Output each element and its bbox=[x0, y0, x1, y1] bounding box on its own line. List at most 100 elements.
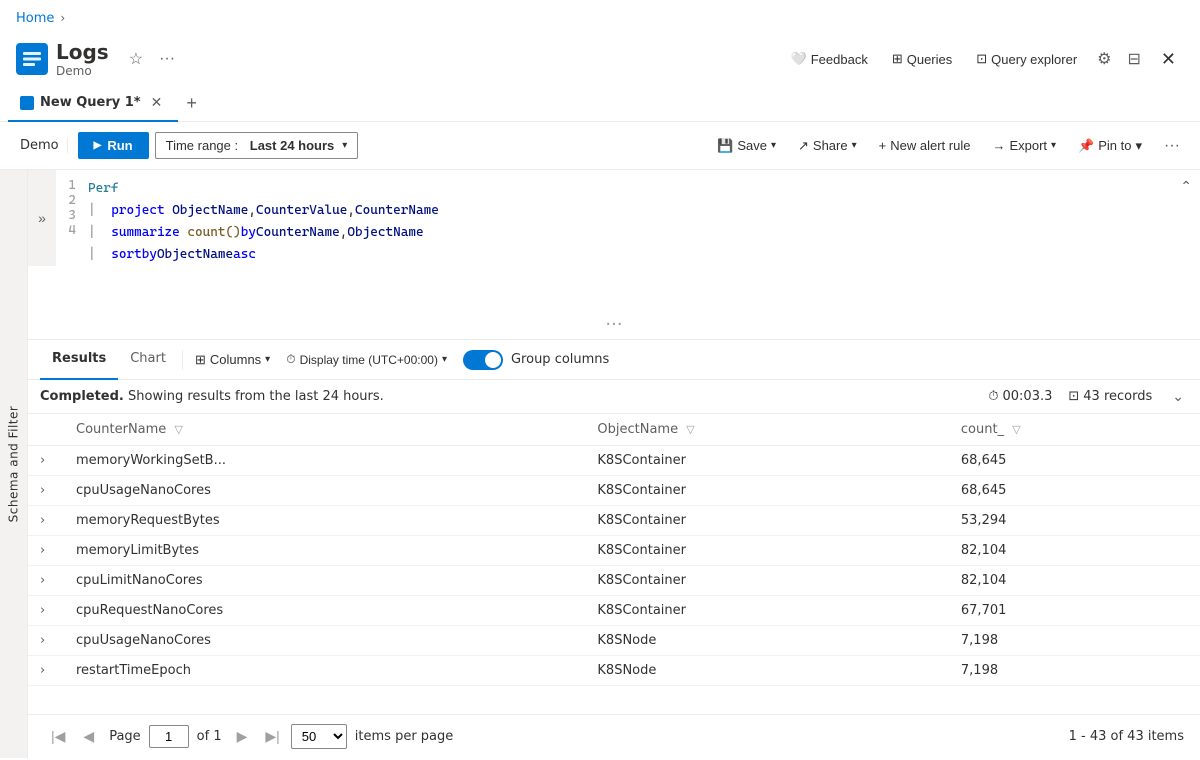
pin-button[interactable]: 📌 Pin to ▾ bbox=[1070, 133, 1150, 159]
table-row: › memoryRequestBytes K8SContainer 53,294 bbox=[28, 506, 1200, 536]
favorite-button[interactable]: ☆ bbox=[125, 45, 147, 73]
close-button[interactable]: ✕ bbox=[1153, 45, 1184, 74]
settings-button[interactable]: ⚙ bbox=[1093, 45, 1115, 73]
editor-resize-handle[interactable]: ··· bbox=[605, 314, 622, 335]
save-chevron-icon: ▾ bbox=[771, 140, 776, 151]
tab-label: New Query 1* bbox=[40, 95, 141, 110]
query-explorer-button[interactable]: ⊡ Query explorer bbox=[968, 46, 1085, 72]
row-expand-cell: › bbox=[28, 566, 64, 596]
display-time-button[interactable]: ⏱ Display time (UTC+00:00) ▾ bbox=[278, 347, 455, 372]
row-expand-cell: › bbox=[28, 626, 64, 656]
app-icon bbox=[16, 43, 48, 75]
items-count: 1 - 43 of 43 items bbox=[1069, 729, 1184, 744]
share-button[interactable]: ↗ Share ▾ bbox=[790, 133, 865, 159]
records-count: 43 records bbox=[1083, 389, 1152, 404]
code-lines[interactable]: Perf | project ObjectName, CounterValue … bbox=[88, 170, 455, 266]
page-first-button[interactable]: |◀ bbox=[44, 723, 72, 750]
pagination: |◀ ◀ Page of 1 ▶ ▶| 50 100 200 items per… bbox=[28, 714, 1200, 758]
items-per-page-label: items per page bbox=[355, 729, 453, 744]
more-toolbar-button[interactable]: ··· bbox=[1156, 133, 1188, 159]
cell-count: 68,645 bbox=[949, 476, 1200, 506]
expand-row-icon[interactable]: › bbox=[40, 663, 45, 678]
cell-counter: cpuRequestNanoCores bbox=[64, 596, 585, 626]
row-expand-cell: › bbox=[28, 476, 64, 506]
expand-results-button[interactable]: ⌄ bbox=[1168, 386, 1188, 407]
header-actions: ☆ ··· bbox=[125, 45, 179, 73]
app-title-group: Logs Demo bbox=[56, 40, 109, 78]
status-meta: ⏱ 00:03.3 ⊡ 43 records ⌄ bbox=[988, 386, 1188, 407]
new-alert-button[interactable]: + New alert rule bbox=[871, 133, 979, 158]
breadcrumb: Home › bbox=[0, 0, 1200, 36]
more-options-button[interactable]: ··· bbox=[155, 46, 179, 72]
tab-add-button[interactable]: + bbox=[178, 89, 205, 118]
cell-count: 82,104 bbox=[949, 566, 1200, 596]
cell-counter: cpuLimitNanoCores bbox=[64, 566, 585, 596]
feedback-button[interactable]: 🤍 Feedback bbox=[783, 46, 876, 72]
table-row: › memoryLimitBytes K8SContainer 82,104 bbox=[28, 536, 1200, 566]
tab-results[interactable]: Results bbox=[40, 340, 118, 380]
code-editor: ⌃ » 1 2 3 4 Perf | project bbox=[28, 170, 1200, 340]
expand-row-icon[interactable]: › bbox=[40, 513, 45, 528]
object-filter-icon[interactable]: ▽ bbox=[686, 423, 694, 436]
group-columns-toggle-group: Group columns bbox=[463, 350, 609, 370]
time-chevron-icon: ▾ bbox=[442, 354, 447, 365]
page-prev-button[interactable]: ◀ bbox=[76, 723, 101, 750]
tab-new-query-1[interactable]: New Query 1* ✕ bbox=[8, 86, 178, 122]
app-header: Logs Demo ☆ ··· 🤍 Feedback ⊞ Queries ⊡ Q… bbox=[0, 36, 1200, 86]
per-page-select[interactable]: 50 100 200 bbox=[291, 724, 347, 749]
collapse-editor-button[interactable]: ⌃ bbox=[1180, 178, 1192, 195]
expand-row-icon[interactable]: › bbox=[40, 573, 45, 588]
duration-value: 00:03.3 bbox=[1003, 389, 1053, 404]
col-count: count_ ▽ bbox=[949, 414, 1200, 446]
tab-close-button[interactable]: ✕ bbox=[147, 92, 167, 113]
results-area: Results Chart ⊞ Columns ▾ ⏱ Display time… bbox=[28, 340, 1200, 758]
pin-chevron-icon: ▾ bbox=[1135, 138, 1142, 154]
heart-icon: 🤍 bbox=[791, 51, 807, 67]
page-label: Page bbox=[109, 729, 140, 744]
queries-button[interactable]: ⊞ Queries bbox=[884, 46, 960, 72]
export-button[interactable]: → Export ▾ bbox=[984, 133, 1064, 158]
expand-row-icon[interactable]: › bbox=[40, 483, 45, 498]
table-header: CounterName ▽ ObjectName ▽ count_ ▽ bbox=[28, 414, 1200, 446]
collapse-gutter-button[interactable]: » bbox=[38, 210, 46, 226]
cell-count: 53,294 bbox=[949, 506, 1200, 536]
expand-row-icon[interactable]: › bbox=[40, 633, 45, 648]
cell-count: 82,104 bbox=[949, 536, 1200, 566]
tab-chart[interactable]: Chart bbox=[118, 340, 178, 380]
home-link[interactable]: Home bbox=[16, 11, 54, 26]
pin-icon: 📌 bbox=[1078, 138, 1094, 154]
table-row: › cpuUsageNanoCores K8SContainer 68,645 bbox=[28, 476, 1200, 506]
page-next-button[interactable]: ▶ bbox=[230, 723, 255, 750]
expand-row-icon[interactable]: › bbox=[40, 453, 45, 468]
group-columns-toggle[interactable] bbox=[463, 350, 503, 370]
count-filter-icon[interactable]: ▽ bbox=[1012, 423, 1020, 436]
time-range-button[interactable]: Time range : Last 24 hours ▾ bbox=[155, 132, 359, 159]
expand-row-icon[interactable]: › bbox=[40, 603, 45, 618]
row-expand-cell: › bbox=[28, 596, 64, 626]
cell-counter: memoryLimitBytes bbox=[64, 536, 585, 566]
counter-filter-icon[interactable]: ▽ bbox=[174, 423, 182, 436]
schema-sidebar[interactable]: Schema and Filter bbox=[0, 170, 28, 758]
cell-object: K8SNode bbox=[585, 626, 948, 656]
page-last-button[interactable]: ▶| bbox=[258, 723, 286, 750]
workspace-label: Demo bbox=[12, 138, 68, 153]
data-table: CounterName ▽ ObjectName ▽ count_ ▽ bbox=[28, 414, 1200, 686]
save-button[interactable]: 💾 Save ▾ bbox=[709, 133, 784, 159]
app-subtitle: Demo bbox=[56, 64, 109, 78]
breadcrumb-chevron: › bbox=[60, 11, 65, 25]
expand-row-icon[interactable]: › bbox=[40, 543, 45, 558]
cell-count: 7,198 bbox=[949, 626, 1200, 656]
run-button[interactable]: ▶ Run bbox=[78, 132, 149, 159]
col-object-name: ObjectName ▽ bbox=[585, 414, 948, 446]
clock-icon: ⏱ bbox=[286, 352, 295, 367]
columns-button[interactable]: ⊞ Columns ▾ bbox=[187, 347, 278, 373]
page-input[interactable] bbox=[149, 725, 189, 748]
status-bar: Completed. Showing results from the last… bbox=[28, 380, 1200, 414]
table-row: › restartTimeEpoch K8SNode 7,198 bbox=[28, 656, 1200, 686]
view-toggle-button[interactable]: ⊟ bbox=[1124, 45, 1145, 73]
cell-count: 67,701 bbox=[949, 596, 1200, 626]
cell-object: K8SContainer bbox=[585, 596, 948, 626]
results-tabs: Results Chart ⊞ Columns ▾ ⏱ Display time… bbox=[28, 340, 1200, 380]
play-icon: ▶ bbox=[94, 140, 102, 151]
col-expand-header bbox=[28, 414, 64, 446]
